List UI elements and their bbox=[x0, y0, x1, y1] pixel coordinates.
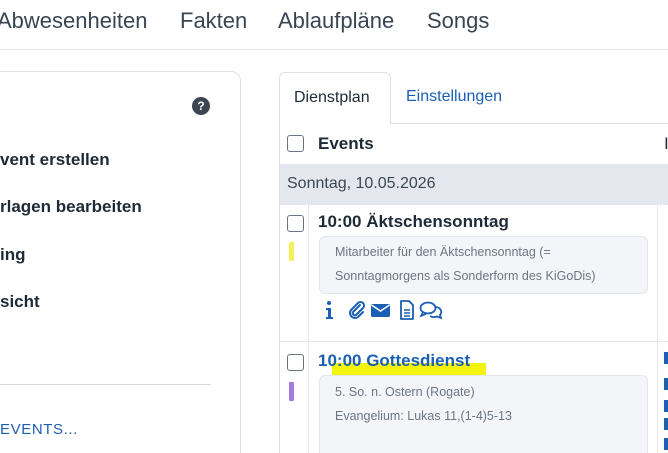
event-color-bar bbox=[289, 242, 294, 261]
select-all-checkbox[interactable] bbox=[287, 135, 304, 152]
partial-link[interactable] bbox=[664, 378, 668, 390]
panel-divider bbox=[0, 384, 211, 385]
column-header-events[interactable]: Events bbox=[318, 134, 374, 154]
menu-item-event-erstellen[interactable]: vent erstellen bbox=[0, 150, 110, 170]
partial-link[interactable] bbox=[664, 400, 668, 412]
partial-link[interactable] bbox=[664, 438, 668, 450]
nav-item-songs[interactable]: Songs bbox=[427, 8, 489, 34]
document-icon[interactable] bbox=[396, 299, 418, 321]
menu-item-uebersicht[interactable]: sicht bbox=[0, 292, 40, 312]
event-color-bar bbox=[289, 382, 294, 401]
paperclip-icon[interactable] bbox=[345, 299, 367, 321]
event-note-line: Mitarbeiter für den Äktschensonntag (= bbox=[335, 245, 551, 259]
top-navigation: Abwesenheiten Fakten Ablaufpläne Songs bbox=[0, 0, 668, 50]
nav-item-fakten[interactable]: Fakten bbox=[180, 8, 247, 34]
event-checkbox[interactable] bbox=[287, 215, 304, 232]
date-group-label: Sonntag, 10.05.2026 bbox=[287, 175, 436, 192]
chat-icon[interactable] bbox=[419, 299, 443, 321]
event-note-line: Sonntagmorgens als Sonderform des KiGoDi… bbox=[335, 269, 596, 283]
tab-dienstplan[interactable]: Dienstplan bbox=[279, 72, 391, 124]
tab-einstellungen[interactable]: Einstellungen bbox=[406, 88, 502, 106]
event-note-line: Evangelium: Lukas 11,(1-4)5-13 bbox=[335, 409, 512, 423]
partial-link[interactable] bbox=[664, 418, 668, 430]
nav-item-ablaufplaene[interactable]: Ablaufpläne bbox=[278, 8, 394, 34]
event-title[interactable]: 10:00 Äktschensonntag bbox=[318, 212, 509, 232]
partial-link[interactable] bbox=[664, 352, 668, 364]
events-link[interactable]: EVENTS... bbox=[0, 421, 78, 438]
tab-dienstplan-label: Dienstplan bbox=[294, 89, 370, 106]
menu-item-ing[interactable]: ing bbox=[0, 245, 26, 265]
event-checkbox[interactable] bbox=[287, 354, 304, 371]
column-header-partial: I bbox=[664, 134, 668, 153]
column-divider bbox=[308, 205, 309, 453]
actions-panel bbox=[0, 71, 241, 453]
event-note-line: 5. So. n. Ostern (Rogate) bbox=[335, 385, 475, 399]
row-divider bbox=[280, 341, 668, 342]
date-group-row: Sonntag, 10.05.2026 bbox=[280, 164, 668, 205]
info-icon[interactable] bbox=[320, 299, 342, 321]
menu-item-vorlagen-bearbeiten[interactable]: rlagen bearbeiten bbox=[0, 197, 142, 217]
event-note: Mitarbeiter für den Äktschensonntag (= S… bbox=[319, 236, 648, 294]
envelope-icon[interactable] bbox=[370, 299, 392, 321]
event-note: 5. So. n. Ostern (Rogate) Evangelium: Lu… bbox=[319, 375, 648, 453]
event-title-link[interactable]: 10:00 Gottesdienst bbox=[318, 351, 470, 371]
column-divider bbox=[657, 205, 658, 453]
nav-item-abwesenheiten[interactable]: Abwesenheiten bbox=[0, 8, 147, 34]
help-icon[interactable]: ? bbox=[192, 97, 210, 115]
